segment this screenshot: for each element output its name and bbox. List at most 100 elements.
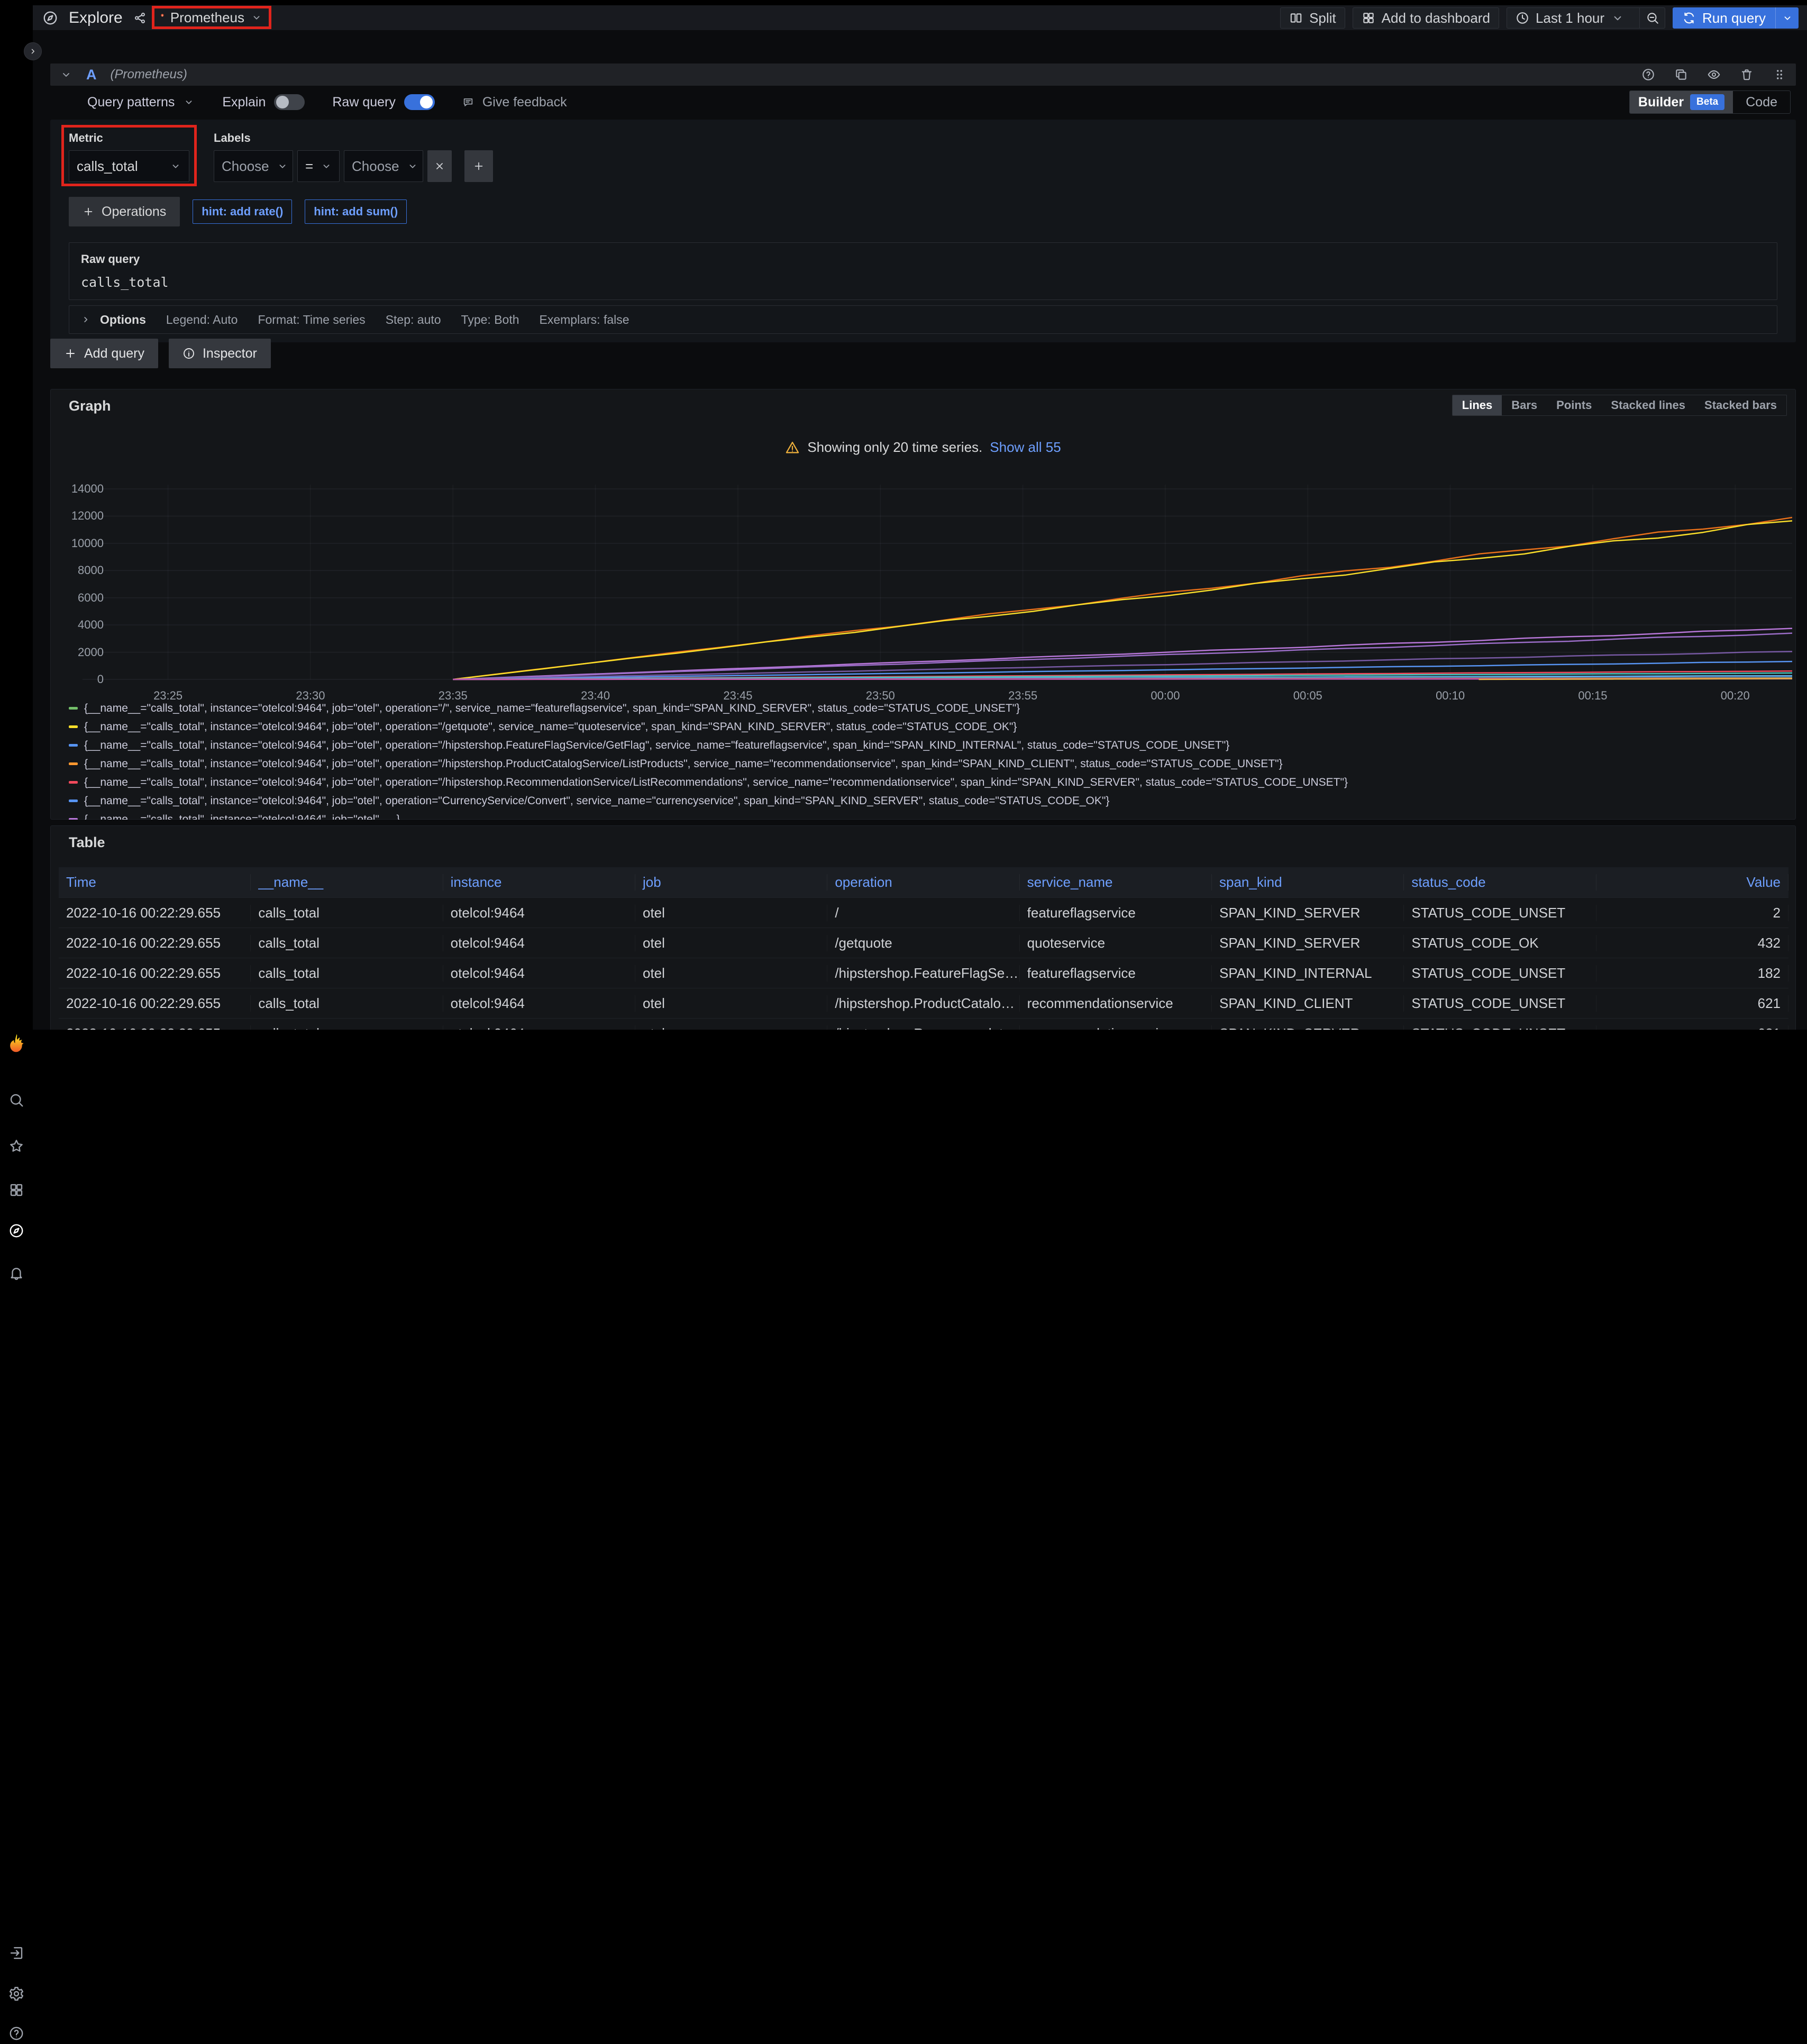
- hint-button[interactable]: hint: add rate(): [193, 199, 292, 224]
- add-to-dashboard-button[interactable]: Add to dashboard: [1353, 7, 1499, 29]
- graph-style-bars[interactable]: Bars: [1502, 395, 1547, 415]
- toggle-visibility-icon[interactable]: [1707, 68, 1721, 81]
- run-query-label: Run query: [1702, 10, 1766, 26]
- split-button[interactable]: Split: [1280, 7, 1345, 29]
- y-axis: 02000400060008000100001200014000: [51, 389, 79, 707]
- give-feedback-link[interactable]: Give feedback: [462, 95, 567, 110]
- label-key-placeholder: Choose: [222, 158, 269, 175]
- graph-style-stacked-bars[interactable]: Stacked bars: [1695, 395, 1786, 415]
- raw-query-toggle[interactable]: [404, 94, 435, 110]
- split-label: Split: [1309, 10, 1336, 26]
- add-label-button[interactable]: [464, 150, 493, 182]
- share-icon[interactable]: [133, 11, 147, 25]
- query-ref-id: A: [86, 67, 97, 83]
- explore-compass-icon: [42, 10, 58, 26]
- add-operation-button[interactable]: Operations: [69, 197, 180, 226]
- query-datasource-note: (Prometheus): [111, 67, 187, 82]
- query-row-header[interactable]: A (Prometheus): [50, 63, 1796, 86]
- settings-gear-icon[interactable]: [8, 1986, 24, 2002]
- raw-query-value: calls_total: [81, 275, 1765, 290]
- builder-mode-button[interactable]: Builder Beta: [1630, 91, 1733, 113]
- inspector-button[interactable]: Inspector: [169, 339, 271, 368]
- label-key-select[interactable]: Choose: [214, 150, 293, 182]
- annotation-box-metric: [61, 125, 197, 186]
- time-range-picker[interactable]: Last 1 hour: [1507, 8, 1633, 28]
- query-help-icon[interactable]: [1641, 68, 1655, 81]
- zoom-out-time-button[interactable]: [1639, 8, 1665, 28]
- refresh-icon: [1682, 11, 1696, 25]
- add-to-dashboard-label: Add to dashboard: [1382, 10, 1490, 26]
- query-toolbar: Query patterns Explain Raw query Give fe…: [50, 90, 1796, 114]
- search-icon[interactable]: [8, 1092, 24, 1108]
- legend-item[interactable]: {__name__="calls_total", instance="otelc…: [69, 773, 1783, 792]
- raw-query-toggle-group: Raw query: [332, 94, 435, 110]
- warning-text: Showing only 20 time series.: [807, 439, 982, 456]
- time-series-chart[interactable]: [83, 485, 1792, 686]
- table-column-header[interactable]: Value: [1596, 874, 1788, 891]
- label-operator-select[interactable]: =: [297, 150, 340, 182]
- table-cell: otel: [635, 1025, 827, 1030]
- table-column-header[interactable]: Time: [59, 874, 251, 891]
- run-query-button[interactable]: Run query: [1673, 7, 1799, 29]
- table-cell: calls_total: [251, 965, 443, 982]
- query-patterns-dropdown[interactable]: Query patterns: [87, 95, 195, 110]
- explore-icon[interactable]: [8, 1223, 24, 1239]
- graph-style-stacked-lines[interactable]: Stacked lines: [1601, 395, 1695, 415]
- table-column-header[interactable]: __name__: [251, 874, 443, 891]
- inspector-label: Inspector: [203, 346, 257, 361]
- graph-style-lines[interactable]: Lines: [1453, 395, 1502, 415]
- hint-buttons: hint: add rate() hint: add sum(): [193, 199, 407, 224]
- table-column-header[interactable]: job: [635, 874, 827, 891]
- graph-style-points[interactable]: Points: [1547, 395, 1601, 415]
- legend-swatch: [69, 707, 78, 710]
- label-operator-value: =: [305, 158, 313, 175]
- table-column-header[interactable]: operation: [827, 874, 1019, 891]
- table-column-header[interactable]: instance: [443, 874, 635, 891]
- operations-label: Operations: [102, 204, 166, 220]
- table-cell: otelcol:9464: [443, 1025, 635, 1030]
- chevron-down-icon: [277, 160, 288, 172]
- collapse-query-icon[interactable]: [60, 68, 72, 81]
- duplicate-query-icon[interactable]: [1674, 68, 1688, 81]
- show-all-series-link[interactable]: Show all 55: [990, 439, 1061, 456]
- legend-item[interactable]: {__name__="calls_total", instance="otelc…: [69, 717, 1783, 736]
- apps-icon: [1362, 11, 1375, 25]
- warning-icon: [785, 440, 800, 455]
- table-cell: STATUS_CODE_UNSET: [1404, 995, 1596, 1012]
- add-query-label: Add query: [84, 346, 144, 361]
- starred-icon[interactable]: [8, 1138, 24, 1154]
- delete-query-icon[interactable]: [1740, 68, 1754, 81]
- explain-toggle[interactable]: [274, 94, 305, 110]
- table-column-header[interactable]: span_kind: [1212, 874, 1404, 891]
- legend-item[interactable]: {__name__="calls_total", instance="otelc…: [69, 810, 1783, 820]
- legend-item[interactable]: {__name__="calls_total", instance="otelc…: [69, 699, 1783, 717]
- expand-sidebar-button[interactable]: [24, 42, 42, 60]
- table-row: 2022-10-16 00:22:29.655calls_totalotelco…: [59, 958, 1788, 988]
- alerting-bell-icon[interactable]: [8, 1265, 24, 1281]
- drag-handle-icon[interactable]: [1773, 68, 1786, 81]
- add-query-button[interactable]: Add query: [50, 339, 158, 368]
- datasource-picker[interactable]: Prometheus: [154, 8, 269, 26]
- table-column-header[interactable]: service_name: [1020, 874, 1212, 891]
- sign-in-icon[interactable]: [8, 1945, 24, 1961]
- remove-label-button[interactable]: [427, 150, 452, 182]
- table-header-row: Time__name__instancejoboperationservice_…: [59, 867, 1788, 897]
- table-column-header[interactable]: status_code: [1404, 874, 1596, 891]
- table-cell: otelcol:9464: [443, 935, 635, 951]
- dashboards-icon[interactable]: [8, 1182, 24, 1198]
- legend-item[interactable]: {__name__="calls_total", instance="otelc…: [69, 736, 1783, 755]
- hint-button[interactable]: hint: add sum(): [305, 199, 407, 224]
- label-value-select[interactable]: Choose: [344, 150, 423, 182]
- help-icon[interactable]: [8, 2025, 24, 2041]
- legend-item[interactable]: {__name__="calls_total", instance="otelc…: [69, 755, 1783, 773]
- table-cell: otel: [635, 995, 827, 1012]
- legend-item[interactable]: {__name__="calls_total", instance="otelc…: [69, 792, 1783, 810]
- grafana-logo[interactable]: [6, 1033, 27, 1054]
- table-cell: otelcol:9464: [443, 995, 635, 1012]
- run-query-dropdown[interactable]: [1775, 7, 1799, 29]
- legend-label: {__name__="calls_total", instance="otelc…: [84, 758, 1283, 770]
- table-cell: /hipstershop.RecommendationService/ListR…: [827, 1025, 1019, 1030]
- query-options-row[interactable]: Options Legend: AutoFormat: Time seriesS…: [69, 305, 1777, 334]
- close-icon: [434, 160, 445, 172]
- code-mode-button[interactable]: Code: [1733, 95, 1790, 110]
